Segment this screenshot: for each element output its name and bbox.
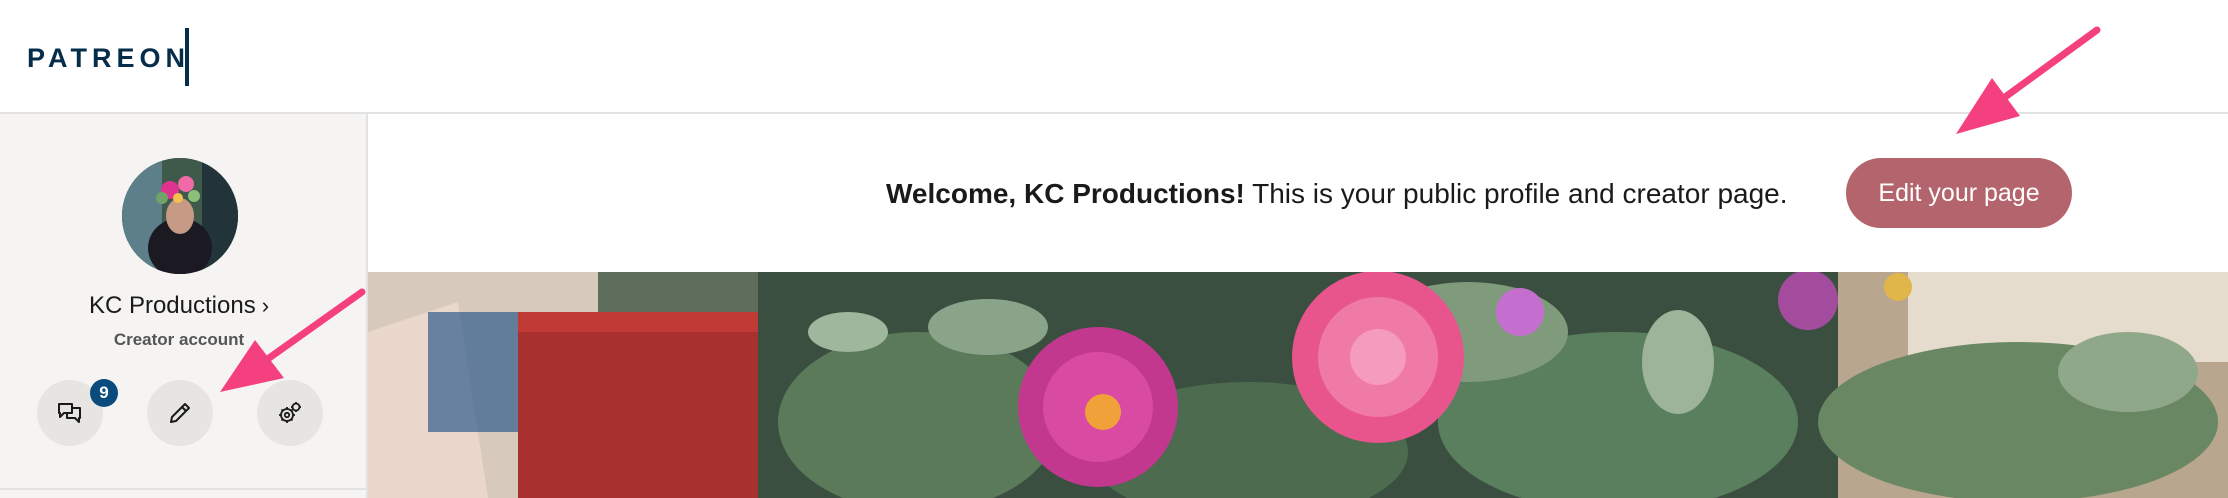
messages-icon xyxy=(58,403,81,423)
edit-your-page-button[interactable]: Edit your page xyxy=(1846,158,2072,228)
account-name: KC Productions xyxy=(88,292,256,319)
top-bar: PATREON xyxy=(0,0,2228,114)
account-name-link[interactable]: KC Productions › xyxy=(0,292,358,320)
welcome-banner: Welcome, KC Productions! This is your pu… xyxy=(368,114,2228,272)
patreon-logo[interactable]: PATREON xyxy=(27,43,190,74)
cover-photo xyxy=(368,272,2228,498)
chevron-right-icon: › xyxy=(261,293,270,318)
logo-divider xyxy=(185,28,189,86)
sidebar-divider xyxy=(0,488,366,490)
welcome-message: Welcome, KC Productions! This is your pu… xyxy=(886,178,1788,210)
welcome-greeting: Welcome, KC Productions! xyxy=(886,178,1245,209)
cover-image xyxy=(368,272,2228,498)
avatar[interactable] xyxy=(122,158,238,274)
sidebar: KC Productions › Creator account 9 xyxy=(0,114,368,498)
edit-profile-button[interactable] xyxy=(147,380,213,446)
messages-count-badge: 9 xyxy=(90,379,118,407)
pencil-icon xyxy=(170,403,190,423)
patreon-creator-page: PATREON KC Productions› Creator account xyxy=(0,0,2228,498)
gear-icon xyxy=(279,402,301,423)
account-type: Creator account xyxy=(113,330,245,349)
welcome-description: This is your public profile and creator … xyxy=(1244,178,1788,209)
settings-button[interactable] xyxy=(257,380,323,446)
avatar-image xyxy=(122,158,238,274)
